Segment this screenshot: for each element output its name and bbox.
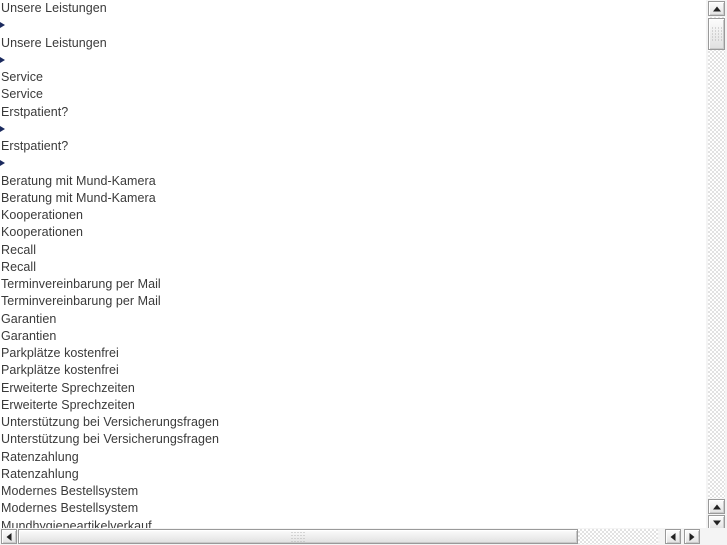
scroll-left-button-end[interactable] — [665, 529, 681, 544]
document-text-line: Recall — [1, 259, 37, 274]
document-text-line: Beratung mit Mund-Kamera — [1, 190, 156, 205]
document-text-line: Unsere Leistungen — [1, 35, 107, 50]
document-text-line: Service — [1, 70, 44, 84]
document-text-line: Unsere Leistungen — [1, 1, 107, 15]
list-marker-arrow-icon — [0, 155, 219, 172]
triangle-right-icon — [0, 160, 5, 167]
document-text-line: Erweiterte Sprechzeiten — [1, 380, 135, 395]
document-text-line: Beratung mit Mund-Kamera — [1, 173, 156, 188]
document-text-line: Parkplätze kostenfrei — [1, 363, 119, 378]
list-marker-arrow-icon — [0, 17, 219, 34]
document-text-line: Modernes Bestellsystem — [1, 501, 139, 516]
scrollbar-corner — [706, 528, 727, 545]
document-text-line: Erstpatient? — [1, 104, 69, 119]
scroll-up-button-top[interactable] — [708, 1, 725, 16]
document-text-line: Garantien — [1, 328, 57, 343]
document-text-line: Ratenzahlung — [1, 449, 79, 464]
application-window: Unsere Leistungen Unsere Leistungen Servic… — [0, 0, 727, 545]
scroll-up-button-bottom[interactable] — [708, 499, 725, 514]
document-text-line: Service — [1, 87, 44, 102]
document-text-line: Garantien — [1, 311, 57, 326]
document-text-line: Terminvereinbarung per Mail — [1, 294, 161, 309]
vertical-scrollbar-track[interactable] — [708, 17, 725, 498]
vertical-scrollbar[interactable] — [706, 0, 727, 545]
triangle-right-icon — [0, 22, 5, 29]
document-text-line: Ratenzahlung — [1, 466, 79, 481]
list-marker-arrow-icon — [0, 52, 219, 69]
document-text-line: Erstpatient? — [1, 139, 69, 153]
thumb-grip-icon — [711, 27, 722, 41]
document-text-line: Terminvereinbarung per Mail — [1, 277, 161, 291]
list-marker-arrow-icon — [0, 121, 219, 138]
document-text-line: Kooperationen — [1, 208, 83, 222]
scroll-left-button-start[interactable] — [1, 529, 17, 544]
document-text-line: Mundhygieneartikelverkauf — [1, 518, 152, 529]
document-text-line: Recall — [1, 242, 37, 257]
document-content: Unsere Leistungen Unsere Leistungen Servic… — [0, 0, 219, 528]
document-viewport[interactable]: Unsere Leistungen Unsere Leistungen Servic… — [0, 0, 706, 528]
document-text-line: Kooperationen — [1, 225, 83, 240]
triangle-right-icon — [0, 125, 5, 132]
thumb-grip-icon — [291, 531, 305, 542]
triangle-right-icon — [0, 56, 5, 63]
vertical-scrollbar-thumb[interactable] — [708, 18, 725, 50]
document-text-line: Unterstützung bei Versicherungsfragen — [1, 415, 219, 429]
document-text-line: Erweiterte Sprechzeiten — [1, 397, 135, 412]
document-text-line: Parkplätze kostenfrei — [1, 346, 119, 360]
scroll-right-button[interactable] — [684, 529, 700, 544]
document-text-line: Modernes Bestellsystem — [1, 484, 139, 498]
horizontal-scrollbar[interactable] — [0, 528, 706, 545]
document-text-line: Unterstützung bei Versicherungsfragen — [1, 432, 219, 447]
horizontal-scrollbar-thumb[interactable] — [18, 529, 578, 544]
